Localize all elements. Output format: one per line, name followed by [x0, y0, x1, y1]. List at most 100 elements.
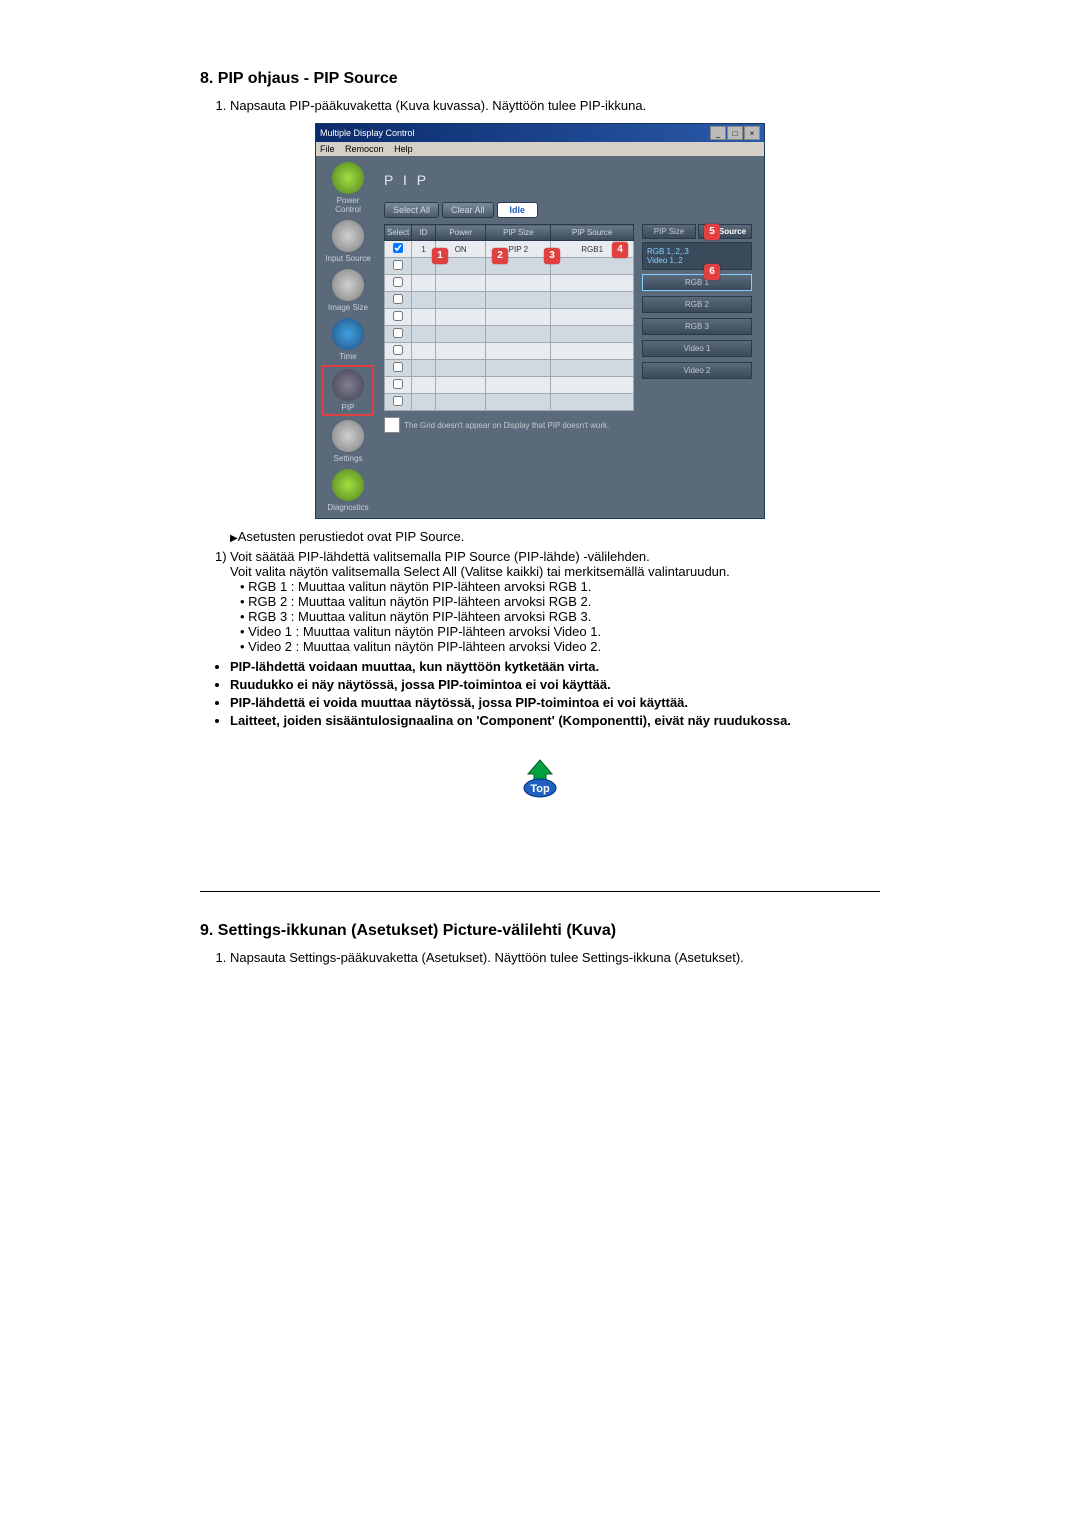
table-row[interactable]: [385, 377, 634, 394]
table-row[interactable]: [385, 394, 634, 411]
desc-1b: Voit valita näytön valitsemalla Select A…: [215, 564, 880, 579]
section8-heading: 8. PIP ohjaus - PIP Source: [200, 70, 880, 88]
section-divider: [200, 891, 880, 892]
col-pipsize: PIP Size: [486, 225, 551, 241]
row-checkbox[interactable]: [393, 277, 403, 287]
info-line: Asetusten perustiedot ovat PIP Source.: [230, 529, 880, 544]
li-video1: • Video 1 : Muuttaa valitun näytön PIP-l…: [240, 624, 880, 639]
sidebar-diagnostics[interactable]: Diagnostics: [324, 467, 372, 514]
row-checkbox[interactable]: [393, 243, 403, 253]
option-video2[interactable]: Video 2: [642, 362, 752, 379]
note1: PIP-lähdettä voidaan muuttaa, kun näyttö…: [230, 659, 880, 674]
menu-help[interactable]: Help: [394, 144, 413, 154]
marker-5: 5: [704, 224, 720, 240]
menubar: File Remocon Help: [316, 142, 764, 156]
settings-icon: [332, 420, 364, 452]
sidebar-pip[interactable]: PIP: [322, 365, 374, 416]
li-rgb3: • RGB 3 : Muuttaa valitun näytön PIP-läh…: [240, 609, 880, 624]
time-icon: [332, 318, 364, 350]
diagnostics-icon: [332, 469, 364, 501]
row-checkbox[interactable]: [393, 379, 403, 389]
note-icon: [384, 417, 400, 433]
app-window: Multiple Display Control _ □ × File Remo…: [315, 123, 765, 519]
sidebar-power-control[interactable]: Power Control: [324, 160, 372, 216]
col-select: Select: [385, 225, 412, 241]
col-id: ID: [412, 225, 436, 241]
power-icon: [332, 162, 364, 194]
main-pane: P I P Select All Clear All Idle Select I…: [376, 160, 760, 514]
menu-remocon[interactable]: Remocon: [345, 144, 384, 154]
li-rgb1: • RGB 1 : Muuttaa valitun näytön PIP-läh…: [240, 579, 880, 594]
toolbar: Select All Clear All Idle: [384, 202, 752, 218]
display-grid: Select ID Power PIP Size PIP Source 1 ON: [384, 224, 634, 411]
note3: PIP-lähdettä ei voida muuttaa näytössä, …: [230, 695, 880, 710]
menu-file[interactable]: File: [320, 144, 335, 154]
table-row[interactable]: [385, 258, 634, 275]
top-icon: Top: [520, 758, 560, 798]
row-checkbox[interactable]: [393, 362, 403, 372]
table-row[interactable]: [385, 275, 634, 292]
section8-step1: Napsauta PIP-pääkuvaketta (Kuva kuvassa)…: [230, 98, 880, 113]
table-row[interactable]: [385, 292, 634, 309]
section9-step1: Napsauta Settings-pääkuvaketta (Asetukse…: [230, 950, 880, 965]
option-rgb2[interactable]: RGB 2: [642, 296, 752, 313]
sidebar-diag-label: Diagnostics: [327, 503, 368, 512]
li-rgb2: • RGB 2 : Muuttaa valitun näytön PIP-läh…: [240, 594, 880, 609]
sidebar-image-size[interactable]: Image Size: [324, 267, 372, 314]
table-row[interactable]: [385, 343, 634, 360]
row-checkbox[interactable]: [393, 260, 403, 270]
close-button[interactable]: ×: [744, 126, 760, 140]
option-video1[interactable]: Video 1: [642, 340, 752, 357]
table-row[interactable]: [385, 309, 634, 326]
tab-pip-size[interactable]: PIP Size: [642, 224, 696, 239]
input-icon: [332, 220, 364, 252]
table-row[interactable]: [385, 360, 634, 377]
sidebar-time[interactable]: Time: [324, 316, 372, 363]
titlebar: Multiple Display Control _ □ ×: [316, 124, 764, 142]
section9-heading: 9. Settings-ikkunan (Asetukset) Picture-…: [200, 922, 880, 940]
li-video2: • Video 2 : Muuttaa valitun näytön PIP-l…: [240, 639, 880, 654]
sidebar-time-label: Time: [339, 352, 356, 361]
marker-1: 1: [432, 248, 448, 264]
option-rgb1[interactable]: RGB 1: [642, 274, 752, 291]
marker-2: 2: [492, 248, 508, 264]
marker-3: 3: [544, 248, 560, 264]
marker-4: 4: [612, 242, 628, 258]
col-power: Power: [435, 225, 486, 241]
svg-text:Top: Top: [530, 783, 550, 795]
back-to-top[interactable]: Top: [200, 758, 880, 801]
sidebar-settings[interactable]: Settings: [324, 418, 372, 465]
idle-indicator: Idle: [497, 202, 539, 218]
row-checkbox[interactable]: [393, 345, 403, 355]
clear-all-button[interactable]: Clear All: [442, 202, 494, 218]
table-row[interactable]: 1 ON PIP 2 RGB1: [385, 241, 634, 258]
window-title: Multiple Display Control: [320, 128, 415, 138]
source-info-box: RGB 1,.2,.3Video 1,.2: [642, 242, 752, 270]
option-rgb3[interactable]: RGB 3: [642, 318, 752, 335]
marker-6: 6: [704, 264, 720, 280]
sidebar-pip-label: PIP: [342, 403, 355, 412]
grid-footnote: The Grid doesn't appear on Display that …: [384, 411, 752, 439]
sidebar-input-source[interactable]: Input Source: [324, 218, 372, 265]
row-checkbox[interactable]: [393, 294, 403, 304]
row-checkbox[interactable]: [393, 311, 403, 321]
sidebar-input-label: Input Source: [325, 254, 370, 263]
note2: Ruudukko ei näy näytössä, jossa PIP-toim…: [230, 677, 880, 692]
sidebar-image-label: Image Size: [328, 303, 368, 312]
footnote-text: The Grid doesn't appear on Display that …: [404, 421, 609, 430]
col-pipsource: PIP Source: [551, 225, 634, 241]
select-all-button[interactable]: Select All: [384, 202, 439, 218]
row-checkbox[interactable]: [393, 328, 403, 338]
minimize-button[interactable]: _: [710, 126, 726, 140]
table-row[interactable]: [385, 326, 634, 343]
note4: Laitteet, joiden sisääntulosignaalina on…: [230, 713, 880, 728]
sidebar-settings-label: Settings: [334, 454, 363, 463]
sidebar: Power Control Input Source Image Size Ti…: [320, 160, 376, 514]
row-checkbox[interactable]: [393, 396, 403, 406]
image-icon: [332, 269, 364, 301]
desc-1a: 1) Voit säätää PIP-lähdettä valitsemalla…: [215, 549, 880, 564]
maximize-button[interactable]: □: [727, 126, 743, 140]
panel-title: P I P: [384, 164, 752, 196]
pip-icon: [332, 369, 364, 401]
sidebar-power-label: Power Control: [335, 196, 361, 214]
